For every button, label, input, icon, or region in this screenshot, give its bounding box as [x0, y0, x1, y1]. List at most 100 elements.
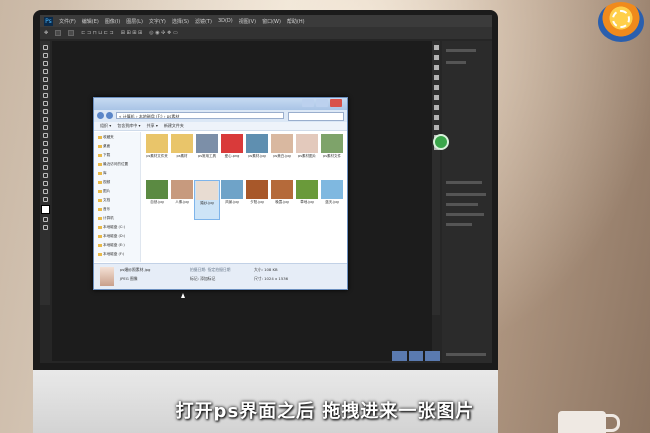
auto-select-checkbox[interactable]	[55, 30, 62, 36]
file-item[interactable]: 自然.jpg	[144, 180, 170, 220]
color-swatch[interactable]	[40, 205, 50, 214]
file-item[interactable]: 晚霞.jpg	[269, 180, 295, 220]
maximize-button[interactable]	[316, 99, 328, 107]
align-icons[interactable]: ⊏ ⊐ ⊓ ⊔ ⊏ ⊐	[81, 30, 114, 36]
character-panel-icon[interactable]	[433, 75, 439, 80]
sidebar-item[interactable]: 本地磁盘 (C:)	[98, 225, 125, 230]
file-item[interactable]: 婚纱.jpg	[194, 180, 220, 220]
file-item[interactable]: 草地.jpg	[294, 180, 320, 220]
3d-mode-icons[interactable]: ◎ ◉ ✣ ❖ ▭	[149, 30, 177, 36]
sidebar-item[interactable]: 本地磁盘 (D:)	[98, 234, 125, 239]
hand-tool-icon[interactable]	[42, 189, 48, 194]
zoom-tool-icon[interactable]	[42, 197, 48, 202]
back-button[interactable]	[97, 112, 104, 119]
file-item[interactable]: 爱心.png	[219, 134, 245, 174]
file-item[interactable]: ps美白.jpg	[269, 134, 295, 174]
info-panel-icon[interactable]	[433, 95, 439, 100]
adjustments-panel-icon[interactable]	[433, 105, 439, 110]
taskbar-thumb[interactable]	[425, 351, 441, 361]
menu-item[interactable]: 滤镜(T)	[195, 18, 212, 25]
crop-tool-icon[interactable]	[42, 77, 48, 82]
sidebar-item[interactable]: 下载	[98, 153, 110, 158]
blur-tool-icon[interactable]	[42, 141, 48, 146]
address-bar[interactable]: « 计算机 › 本地磁盘 (F:) › ps素材	[116, 112, 284, 119]
menu-item[interactable]: 图层(L)	[126, 18, 143, 25]
taskbar-thumb[interactable]	[392, 351, 407, 361]
styles-panel-icon[interactable]	[433, 115, 439, 120]
organize-button[interactable]: 组织 ▾	[100, 123, 111, 129]
stamp-tool-icon[interactable]	[42, 109, 48, 114]
file-item[interactable]: ps素材图片	[294, 134, 320, 174]
dodge-tool-icon[interactable]	[42, 149, 48, 154]
quick-mask-icon[interactable]	[42, 217, 48, 222]
sidebar-item[interactable]: 图片	[98, 189, 110, 194]
sidebar-item[interactable]: 最近访问的位置	[98, 162, 128, 167]
file-item[interactable]: ps素材文件夹	[144, 134, 170, 174]
menu-item[interactable]: 文字(Y)	[149, 18, 166, 25]
marquee-tool-icon[interactable]	[42, 53, 48, 58]
move-tool-icon[interactable]: ✥	[44, 30, 48, 36]
layers-panel-icon[interactable]	[433, 125, 439, 130]
eyedropper-tool-icon[interactable]	[42, 85, 48, 90]
sidebar-item[interactable]: 本地磁盘 (F:)	[98, 252, 124, 257]
include-library-button[interactable]: 包含到库中 ▾	[117, 123, 140, 129]
sidebar-item[interactable]: 音乐	[98, 207, 110, 212]
search-input[interactable]	[288, 112, 344, 121]
eraser-tool-icon[interactable]	[42, 125, 48, 130]
sidebar-item[interactable]: 桌面	[98, 144, 110, 149]
shape-tool-icon[interactable]	[42, 181, 48, 186]
transform-checkbox[interactable]	[68, 30, 75, 36]
forward-button[interactable]	[106, 112, 113, 119]
panel-tab[interactable]	[446, 49, 476, 52]
menu-item[interactable]: 图像(I)	[105, 18, 120, 25]
type-tool-icon[interactable]	[42, 165, 48, 170]
file-item[interactable]: ps素材.jpg	[244, 134, 270, 174]
sidebar-item[interactable]: 收藏夹	[98, 135, 114, 140]
menu-item[interactable]: 帮助(H)	[287, 18, 305, 25]
history-brush-icon[interactable]	[42, 117, 48, 122]
quick-select-tool-icon[interactable]	[42, 69, 48, 74]
screen-mode-icon[interactable]	[42, 225, 48, 230]
sidebar-item[interactable]: 库	[98, 171, 107, 176]
path-select-icon[interactable]	[42, 173, 48, 178]
file-item[interactable]: 夕阳.jpg	[244, 180, 270, 220]
brush-tool-icon[interactable]	[42, 101, 48, 106]
menu-item[interactable]: 视图(V)	[239, 18, 256, 25]
file-item[interactable]: 风景.jpg	[219, 180, 245, 220]
brush-panel-icon[interactable]	[433, 65, 439, 70]
preview-thumbnail	[100, 267, 114, 286]
menu-item[interactable]: 编辑(E)	[82, 18, 99, 25]
file-item[interactable]: ps素材文件	[319, 134, 345, 174]
close-button[interactable]	[330, 99, 342, 107]
menu-item[interactable]: 选择(S)	[172, 18, 189, 25]
explorer-titlebar[interactable]	[94, 98, 347, 110]
pen-tool-icon[interactable]	[42, 157, 48, 162]
taskbar-thumb[interactable]	[408, 351, 424, 361]
file-item[interactable]: ps常用工具	[194, 134, 220, 174]
panel-tab[interactable]	[446, 181, 482, 184]
distribute-icons[interactable]: ⊞ ⊞ ⊞ ⊞	[121, 30, 143, 36]
healing-tool-icon[interactable]	[42, 93, 48, 98]
sidebar-item-label: 收藏夹	[103, 135, 114, 139]
sidebar-item[interactable]: 计算机	[98, 216, 114, 221]
minimize-button[interactable]	[302, 99, 314, 107]
menu-item[interactable]: 窗口(W)	[262, 18, 281, 25]
menu-item[interactable]: 文件(F)	[59, 18, 76, 25]
properties-panel-icon[interactable]	[433, 55, 439, 60]
paragraph-panel-icon[interactable]	[433, 85, 439, 90]
ps-menubar: Ps 文件(F) 编辑(E) 图像(I) 图层(L) 文字(Y) 选择(S) 滤…	[40, 15, 492, 27]
file-item[interactable]: ps素材	[169, 134, 195, 174]
menu-item[interactable]: 3D(D)	[218, 18, 233, 24]
lasso-tool-icon[interactable]	[42, 61, 48, 66]
sidebar-item[interactable]: 视频	[98, 180, 110, 185]
folder-icon	[98, 171, 102, 175]
gradient-tool-icon[interactable]	[42, 133, 48, 138]
move-tool-icon[interactable]	[42, 45, 48, 50]
new-folder-button[interactable]: 新建文件夹	[164, 123, 184, 129]
share-button[interactable]: 共享 ▾	[147, 123, 158, 129]
sidebar-item[interactable]: 本地磁盘 (E:)	[98, 243, 125, 248]
sidebar-item[interactable]: 文档	[98, 198, 110, 203]
file-item[interactable]: 人像.jpg	[169, 180, 195, 220]
history-panel-icon[interactable]	[433, 45, 439, 50]
file-item[interactable]: 蓝天.jpg	[319, 180, 345, 220]
